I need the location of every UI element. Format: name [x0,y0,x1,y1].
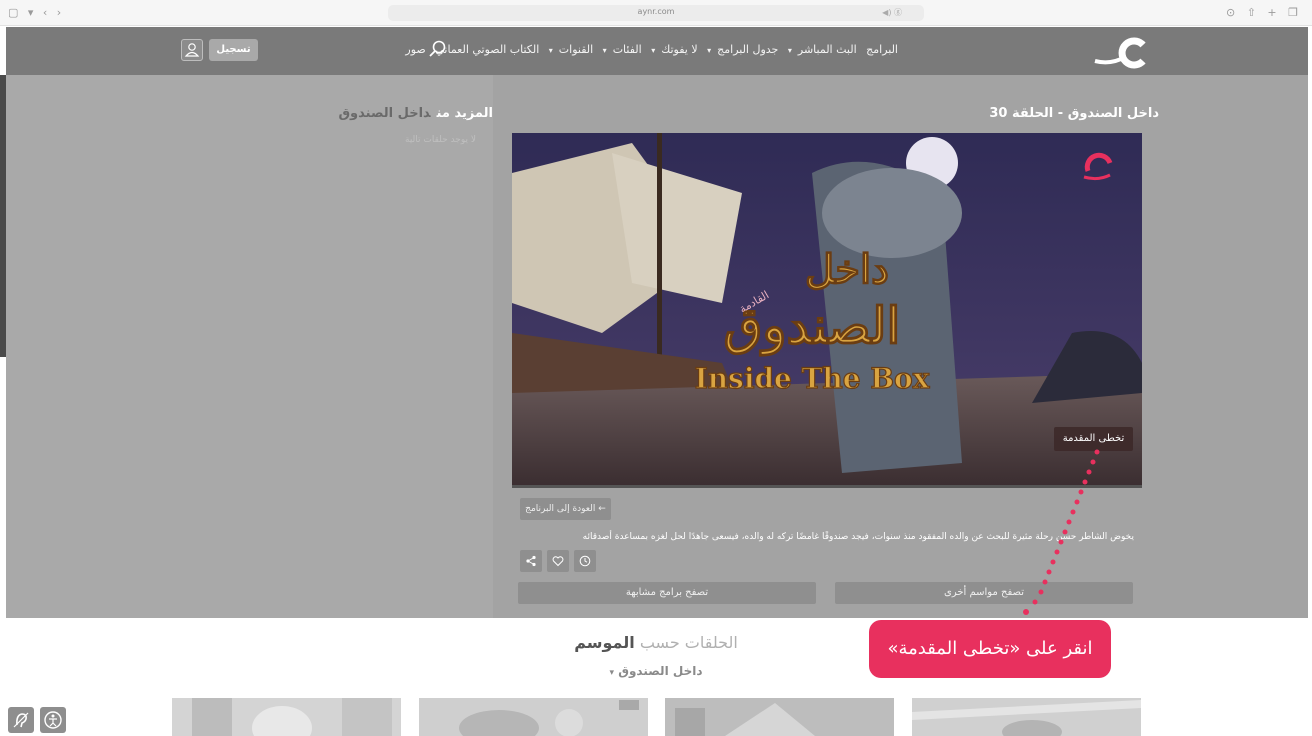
url-text: aynr.com [637,7,675,16]
more-from-show[interactable]: داخل الصندوق [338,106,430,121]
video-frame: داخل الصندوق Inside The Box القادمة [512,133,1142,488]
skip-intro-button[interactable]: تخطى المقدمة [1054,427,1133,451]
nav-categories[interactable]: الفئات [613,43,642,56]
more-from-prefix: المزيد من [436,106,493,121]
season-dropdown[interactable]: داخل الصندوق ▾ [0,664,1312,678]
watch-later-button[interactable] [574,550,596,572]
site-header: البرامج البث المباشر ▾ جدول البرامج ▾ لا ي… [6,27,1308,75]
more-from-title: المزيد من داخل الصندوق [338,106,493,121]
share-icon [526,555,536,567]
accessibility-button[interactable] [8,707,34,733]
nav-channels[interactable]: القنوات [559,43,593,56]
main-nav: البرامج البث المباشر ▾ جدول البرامج ▾ لا ي… [399,43,898,56]
title-art-en: Inside The Box [695,362,930,395]
nav-dont-miss[interactable]: لا يفوتك [661,43,697,56]
register-button[interactable]: تسجيل [209,39,258,61]
nav-programs[interactable]: البرامج [866,43,898,56]
chevron-down-icon: ▾ [602,46,607,55]
browse-other-seasons-button[interactable]: تصفح مواسم أخرى [835,582,1133,604]
browser-nav-controls[interactable]: ▢ ▾ ‹ › [8,6,64,19]
more-from-panel [6,75,493,618]
accessibility-settings-button[interactable] [40,707,66,733]
thumbnail-image [172,698,401,736]
episode-title: داخل الصندوق - الحلقة 30 [989,106,1159,121]
episode-thumbnail[interactable] [172,698,401,736]
progress-track[interactable] [512,485,1142,488]
title-art-ar-1: داخل [805,246,889,293]
browse-similar-programs-button[interactable]: تصفح برامج مشابهة [518,582,816,604]
nav-audiobook[interactable]: الكتاب الصوتي العماني [435,43,539,56]
browser-actions[interactable]: ⊙ ⇧ + ❐ [1226,6,1302,19]
user-account-button[interactable] [181,39,203,61]
address-bar-icons: ◀) ⓖ [882,8,902,17]
nav-live[interactable]: البث المباشر [798,43,857,56]
user-icon [184,43,200,57]
thumbnail-image [665,698,894,736]
address-bar[interactable]: aynr.com ◀) ⓖ [388,5,924,21]
episode-thumbnail[interactable] [665,698,894,736]
season-dropdown-value: داخل الصندوق [618,664,703,678]
episode-thumbnail[interactable] [419,698,648,736]
episode-thumbnail[interactable] [912,698,1141,736]
search-icon[interactable] [428,39,448,59]
thumbnail-image [419,698,648,736]
video-player[interactable]: داخل الصندوق Inside The Box القادمة [512,133,1142,488]
back-to-program-button[interactable]: العودة إلى البرنامج ← [520,498,611,520]
seasons-heading: الحلقات حسب الموسم [0,633,1312,652]
instruction-tooltip: انقر على «تخطى المقدمة» [869,620,1111,678]
seasons-heading-prefix: الحلقات حسب [639,633,738,652]
chevron-down-icon: ▾ [609,668,615,678]
share-button[interactable] [520,550,542,572]
heart-icon [552,556,564,567]
accessibility-gear-icon [44,711,62,729]
favorite-button[interactable] [547,550,569,572]
nav-photos[interactable]: صور [405,43,425,56]
chevron-down-icon: ▾ [787,46,792,55]
browser-toolbar: ▢ ▾ ‹ › aynr.com ◀) ⓖ ⊙ ⇧ + ❐ [0,0,1312,26]
no-next-episodes-text: لا يوجد حلقات تالية [405,135,476,145]
site-logo[interactable] [1091,35,1153,69]
chevron-down-icon: ▾ [651,46,656,55]
chevron-down-icon: ▾ [707,46,712,55]
clock-icon [579,555,591,567]
episode-description: يخوض الشاطر حسن رحلة مثيرة للبحث عن والد… [582,532,1134,542]
nav-schedule[interactable]: جدول البرامج [717,43,778,56]
chevron-down-icon: ▾ [548,46,553,55]
thumbnail-image [912,698,1141,736]
seasons-heading-bold: الموسم [574,633,635,652]
hearing-icon [13,712,29,728]
